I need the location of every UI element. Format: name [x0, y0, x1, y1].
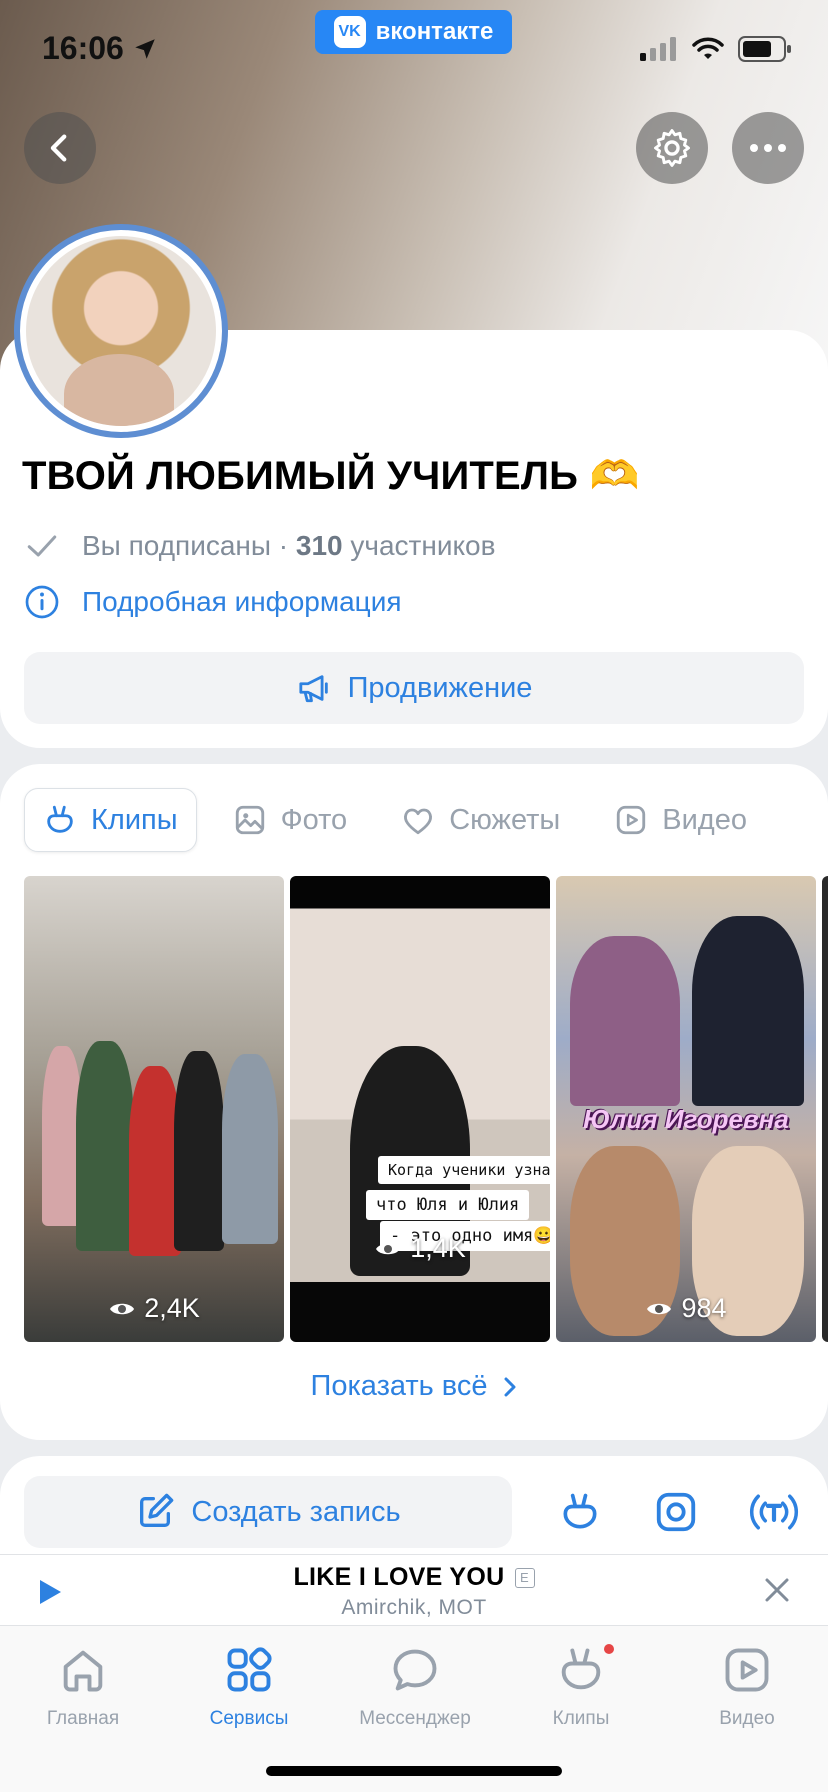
- explicit-badge: E: [514, 1567, 535, 1588]
- track-info: LIKE I LOVE YOU E Amirchik, MOT: [0, 1563, 828, 1620]
- clips-carousel: 2,4K Когда ученики узнали, что Юля и Юли…: [24, 876, 828, 1342]
- eye-icon: [647, 1303, 672, 1314]
- tab-photo[interactable]: Фото: [215, 788, 366, 852]
- clip-thumbnail[interactable]: 2,4K: [24, 876, 284, 1342]
- app-badge-label: вконтакте: [375, 18, 494, 45]
- tab-label: Видео: [662, 803, 747, 836]
- vk-logo-icon: VK: [333, 16, 366, 48]
- more-dots-icon: [750, 144, 786, 152]
- photo-icon: [235, 805, 264, 835]
- clip-caption: Когда ученики узнали,: [378, 1156, 550, 1184]
- broadcast-icon: [749, 1494, 799, 1530]
- members-count: 310: [295, 530, 343, 561]
- back-button[interactable]: [24, 112, 96, 184]
- track-title: LIKE I LOVE YOU E: [293, 1563, 535, 1592]
- subscription-text: Вы подписаны · 310 участников: [82, 530, 496, 561]
- home-icon: [63, 1650, 103, 1692]
- vk-app-badge[interactable]: VK вконтакте: [315, 10, 512, 54]
- tab-clips[interactable]: Клипы: [24, 788, 197, 852]
- group-avatar[interactable]: [14, 224, 228, 438]
- video-icon: [725, 1648, 769, 1692]
- notification-dot: [604, 1644, 614, 1654]
- clip-views: 1,4K: [290, 1233, 550, 1264]
- signal-icon: [640, 37, 676, 61]
- tab-video[interactable]: Видео: [596, 788, 765, 852]
- show-all-link[interactable]: Показать всё: [0, 1370, 828, 1403]
- mini-player[interactable]: LIKE I LOVE YOU E Amirchik, MOT: [0, 1554, 828, 1626]
- tabbar-label: Главная: [46, 1708, 120, 1729]
- clip-thumbnail[interactable]: Юлия Игоревна 984: [556, 876, 816, 1342]
- clip-thumbnail[interactable]: Когда ученики узнали, что Юля и Юлия - э…: [290, 876, 550, 1342]
- media-tabs: Клипы Фото Сюжеты Видео: [24, 788, 783, 852]
- subscription-row[interactable]: Вы подписаны · 310 участников: [24, 528, 496, 564]
- track-artist: Amirchik, MOT: [341, 1596, 487, 1619]
- create-post-label: Создать запись: [191, 1495, 401, 1528]
- chevron-right-icon: [504, 1377, 516, 1396]
- more-button[interactable]: [732, 112, 804, 184]
- more-info-link: Подробная информация: [82, 586, 402, 617]
- tabbar-label: Мессенджер: [359, 1708, 471, 1729]
- stories-icon: [404, 808, 433, 835]
- chevron-left-icon: [50, 134, 67, 162]
- clip-overlay-title: Юлия Игоревна: [583, 1104, 789, 1134]
- status-bar: 16:06 VK вконтакте: [0, 0, 828, 100]
- clip-thumbnail-partial[interactable]: [822, 876, 828, 1342]
- tabbar-item-video[interactable]: Видео: [664, 1640, 828, 1730]
- tab-stories[interactable]: Сюжеты: [383, 788, 578, 852]
- create-post-button[interactable]: Создать запись: [24, 1476, 512, 1548]
- tabbar-label: Клипы: [552, 1708, 610, 1729]
- services-grid-icon: [227, 1647, 272, 1692]
- page-title: ТВОЙ ЛЮБИМЫЙ УЧИТЕЛЬ 🫶: [22, 454, 640, 498]
- show-all-label: Показать всё: [310, 1370, 488, 1402]
- tab-label: Клипы: [91, 803, 178, 836]
- status-time: 16:06: [42, 30, 158, 67]
- battery-icon: [738, 36, 791, 62]
- clips-icon: [47, 805, 73, 833]
- create-story-button[interactable]: [652, 1488, 700, 1536]
- clip-views: 984: [556, 1293, 816, 1324]
- tab-label: Фото: [280, 803, 348, 836]
- clip-views: 2,4K: [24, 1293, 284, 1324]
- tabbar-item-messenger[interactable]: Мессенджер: [332, 1640, 498, 1730]
- clips-icon: [563, 1493, 597, 1529]
- tabbar-item-clips[interactable]: Клипы: [498, 1640, 664, 1730]
- close-icon: [765, 1578, 789, 1602]
- clip-caption: что Юля и Юлия: [366, 1190, 530, 1220]
- eye-icon: [110, 1303, 135, 1314]
- gear-icon: [654, 129, 690, 167]
- create-clip-button[interactable]: [556, 1488, 604, 1536]
- camera-icon: [656, 1492, 696, 1532]
- clock: 16:06: [42, 30, 124, 66]
- location-arrow-icon: [135, 38, 155, 59]
- clips-icon: [561, 1648, 601, 1690]
- avatar-photo: [26, 236, 216, 426]
- settings-button[interactable]: [636, 112, 708, 184]
- more-info-row[interactable]: Подробная информация: [24, 584, 402, 620]
- info-icon: [25, 585, 59, 619]
- check-icon: [27, 535, 57, 557]
- tabbar-item-home[interactable]: Главная: [0, 1640, 166, 1730]
- video-icon: [617, 805, 646, 835]
- home-indicator: [266, 1766, 562, 1776]
- tabbar-item-services[interactable]: Сервисы: [166, 1640, 332, 1730]
- live-broadcast-button[interactable]: [746, 1488, 802, 1536]
- chat-bubble-icon: [393, 1649, 437, 1691]
- edit-icon: [140, 1493, 174, 1527]
- eye-icon: [376, 1243, 401, 1254]
- close-player-button[interactable]: [762, 1575, 792, 1610]
- tabbar-label: Видео: [719, 1708, 775, 1729]
- megaphone-icon: [298, 675, 328, 703]
- promotion-label: Продвижение: [347, 671, 533, 704]
- promotion-button[interactable]: Продвижение: [24, 652, 804, 724]
- wifi-icon: [692, 37, 724, 59]
- tab-label: Сюжеты: [449, 803, 561, 836]
- tabbar-label: Сервисы: [209, 1708, 289, 1729]
- system-icons: [640, 36, 792, 62]
